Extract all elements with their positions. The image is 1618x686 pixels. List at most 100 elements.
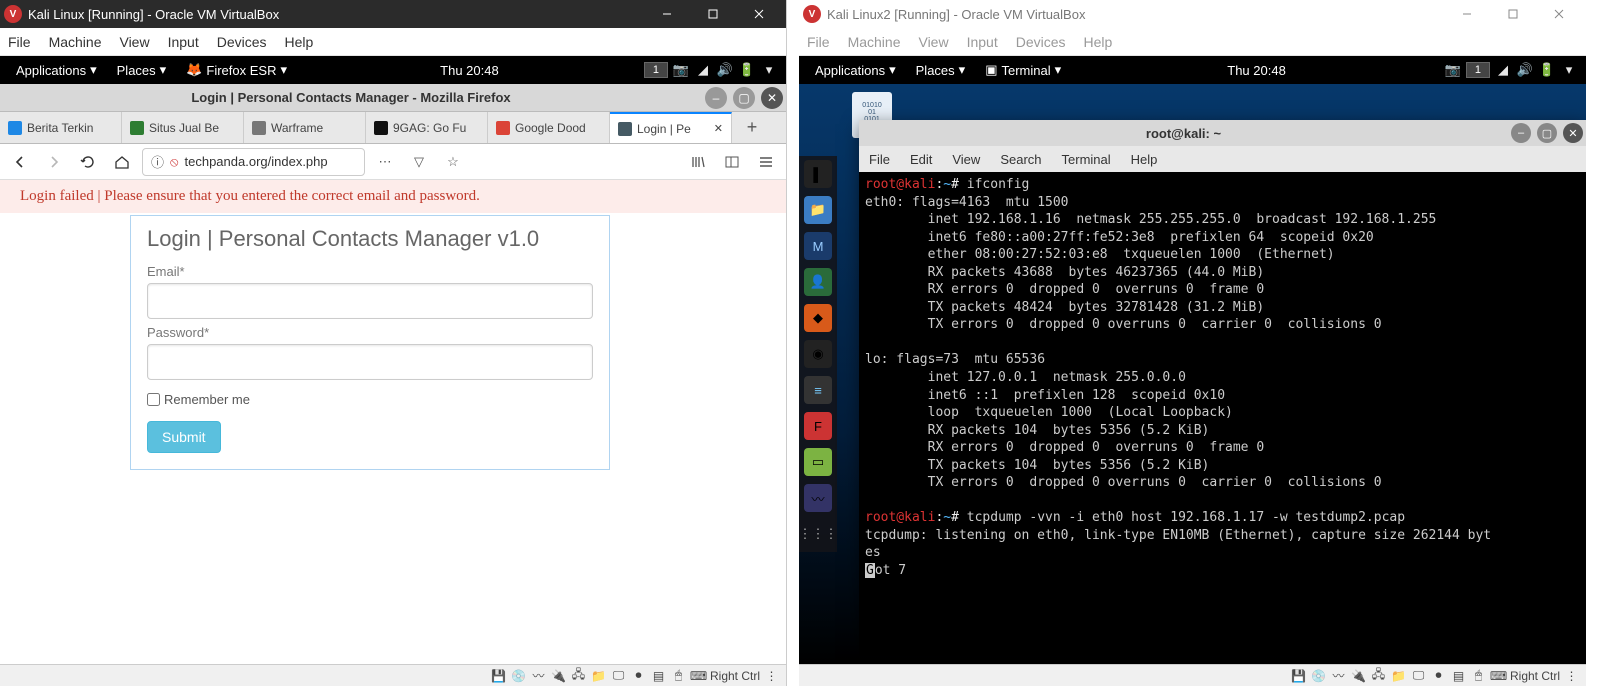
- browser-tab[interactable]: Berita Terkin: [0, 112, 122, 143]
- info-icon[interactable]: ⓘ: [151, 152, 164, 171]
- term-close-button[interactable]: ✕: [1563, 123, 1583, 143]
- library-icon[interactable]: [684, 148, 712, 176]
- more-icon[interactable]: ⋯: [371, 148, 399, 176]
- shared-folder-icon[interactable]: 📁: [590, 669, 607, 683]
- recording-icon[interactable]: ⏺: [630, 669, 647, 683]
- browser-tab[interactable]: Warframe: [244, 112, 366, 143]
- ff-close-button[interactable]: ✕: [761, 87, 783, 109]
- browser-tab[interactable]: Login | Pe✕: [610, 112, 732, 143]
- workspace-indicator[interactable]: 1: [644, 62, 668, 78]
- clock[interactable]: Thu 20:48: [432, 63, 507, 78]
- home-button[interactable]: [108, 148, 136, 176]
- vb-menu-devices[interactable]: Devices: [217, 34, 267, 50]
- chevron-icon[interactable]: ⋮: [1563, 669, 1580, 683]
- dock-wireshark-icon[interactable]: 〰: [804, 484, 832, 512]
- current-app[interactable]: ▣ Terminal▾: [977, 62, 1069, 78]
- volume-icon[interactable]: 🔊: [716, 62, 734, 78]
- term-menu-terminal[interactable]: Terminal: [1062, 152, 1111, 167]
- keyboard-icon[interactable]: ⌨: [690, 669, 707, 683]
- network-icon[interactable]: ◢: [1494, 62, 1512, 78]
- submit-button[interactable]: Submit: [147, 421, 221, 453]
- display-icon[interactable]: 🖵: [1410, 669, 1427, 683]
- places-menu[interactable]: Places▾: [908, 62, 974, 78]
- net-icon[interactable]: 🖧: [1370, 669, 1387, 683]
- vb-titlebar-left[interactable]: V Kali Linux [Running] - Oracle VM Virtu…: [0, 0, 786, 28]
- term-menu-help[interactable]: Help: [1131, 152, 1158, 167]
- vb-menu-input[interactable]: Input: [168, 34, 199, 50]
- dock-files-icon[interactable]: 📁: [804, 196, 832, 224]
- minimize-button[interactable]: [1444, 0, 1490, 28]
- cpu-icon[interactable]: ▤: [650, 669, 667, 683]
- cpu-icon[interactable]: ▤: [1450, 669, 1467, 683]
- close-button[interactable]: [736, 0, 782, 28]
- vb-menu-file[interactable]: File: [807, 34, 830, 50]
- dock-beef-icon[interactable]: ≡: [804, 376, 832, 404]
- shield-icon[interactable]: ▽: [405, 148, 433, 176]
- maximize-button[interactable]: [690, 0, 736, 28]
- reload-button[interactable]: [74, 148, 102, 176]
- vb-menu-devices[interactable]: Devices: [1016, 34, 1066, 50]
- star-icon[interactable]: ☆: [439, 148, 467, 176]
- dock-burp-icon[interactable]: ◆: [804, 304, 832, 332]
- password-field[interactable]: [147, 344, 593, 380]
- current-app[interactable]: 🦊 Firefox ESR▾: [178, 62, 295, 78]
- browser-tab[interactable]: Google Dood: [488, 112, 610, 143]
- email-field[interactable]: [147, 283, 593, 319]
- remember-me-checkbox[interactable]: [147, 393, 160, 406]
- optical-icon[interactable]: 💿: [510, 669, 527, 683]
- term-minimize-button[interactable]: –: [1511, 123, 1531, 143]
- volume-icon[interactable]: 🔊: [1516, 62, 1534, 78]
- remember-me-row[interactable]: Remember me: [147, 392, 593, 407]
- firefox-titlebar[interactable]: Login | Personal Contacts Manager - Mozi…: [0, 84, 786, 112]
- term-menu-file[interactable]: File: [869, 152, 890, 167]
- usb-icon[interactable]: 🔌: [550, 669, 567, 683]
- mouse-icon[interactable]: 🖱: [670, 669, 687, 683]
- applications-menu[interactable]: Applications▾: [8, 62, 105, 78]
- audio-wave-icon[interactable]: 〰: [1330, 669, 1347, 683]
- net-icon[interactable]: 🖧: [570, 669, 587, 683]
- display-icon[interactable]: 🖵: [610, 669, 627, 683]
- dock-armitage-icon[interactable]: 👤: [804, 268, 832, 296]
- camera-icon[interactable]: 📷: [1444, 62, 1462, 78]
- term-maximize-button[interactable]: ▢: [1537, 123, 1557, 143]
- vb-menu-help[interactable]: Help: [1084, 34, 1113, 50]
- close-button[interactable]: [1536, 0, 1582, 28]
- vb-titlebar-right[interactable]: V Kali Linux2 [Running] - Oracle VM Virt…: [799, 0, 1586, 28]
- term-menu-search[interactable]: Search: [1000, 152, 1041, 167]
- minimize-button[interactable]: [644, 0, 690, 28]
- browser-tab[interactable]: Situs Jual Be: [122, 112, 244, 143]
- maximize-button[interactable]: [1490, 0, 1536, 28]
- power-icon[interactable]: ▾: [1560, 62, 1578, 78]
- kali-desktop[interactable]: 01010010101 Poof. ▌ 📁 M 👤 ◆ ◉ ≡ F ▭ 〰 ⋮⋮…: [799, 84, 1586, 664]
- keyboard-icon[interactable]: ⌨: [1490, 669, 1507, 683]
- terminal-output[interactable]: root@kali:~# ifconfig eth0: flags=4163 m…: [859, 172, 1586, 656]
- browser-tab[interactable]: 9GAG: Go Fu: [366, 112, 488, 143]
- mouse-icon[interactable]: 🖱: [1470, 669, 1487, 683]
- usb-icon[interactable]: 🔌: [1350, 669, 1367, 683]
- vb-menu-machine[interactable]: Machine: [848, 34, 901, 50]
- dock-metasploit-icon[interactable]: M: [804, 232, 832, 260]
- hamburger-icon[interactable]: [752, 148, 780, 176]
- dock-maltego-icon[interactable]: ◉: [804, 340, 832, 368]
- battery-icon[interactable]: 🔋: [738, 62, 756, 78]
- tab-close-icon[interactable]: ✕: [714, 122, 723, 135]
- hdd-icon[interactable]: 💾: [490, 669, 507, 683]
- back-button[interactable]: [6, 148, 34, 176]
- sidebar-icon[interactable]: [718, 148, 746, 176]
- vb-menu-view[interactable]: View: [119, 34, 149, 50]
- new-tab-button[interactable]: +: [732, 112, 772, 143]
- vb-menu-view[interactable]: View: [918, 34, 948, 50]
- dock-terminal-icon[interactable]: ▌: [804, 160, 832, 188]
- chevron-icon[interactable]: ⋮: [763, 669, 780, 683]
- ff-minimize-button[interactable]: –: [705, 87, 727, 109]
- dock-faraday-icon[interactable]: F: [804, 412, 832, 440]
- power-icon[interactable]: ▾: [760, 62, 778, 78]
- clock[interactable]: Thu 20:48: [1219, 63, 1294, 78]
- vb-menu-input[interactable]: Input: [967, 34, 998, 50]
- audio-wave-icon[interactable]: 〰: [530, 669, 547, 683]
- dock-apps-icon[interactable]: ⋮⋮⋮: [804, 520, 832, 548]
- shared-folder-icon[interactable]: 📁: [1390, 669, 1407, 683]
- vb-menu-file[interactable]: File: [8, 34, 31, 50]
- term-menu-view[interactable]: View: [952, 152, 980, 167]
- vb-menu-machine[interactable]: Machine: [49, 34, 102, 50]
